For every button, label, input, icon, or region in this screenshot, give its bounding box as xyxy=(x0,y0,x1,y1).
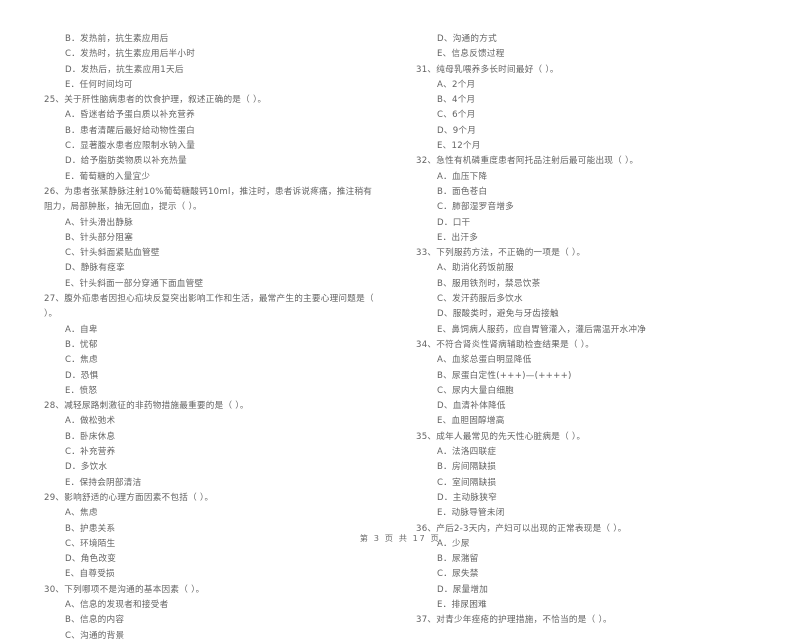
question-option: C、6个月 xyxy=(437,110,476,121)
question-option: D．恐惧 xyxy=(65,370,99,381)
question-option: B、服用铁剂时，禁忌饮茶 xyxy=(437,278,541,289)
question-option: D．多饮水 xyxy=(65,462,108,473)
page-footer: 第 3 页 共 17 页 xyxy=(359,533,441,543)
question-option: E．动脉导管未闭 xyxy=(437,508,505,519)
question-option: D、血清补体降低 xyxy=(437,401,506,412)
question-stem: 30、下列哪项不是沟通的基本因素（ ）。 xyxy=(44,584,205,595)
question-option: B、信息的内容 xyxy=(65,615,125,626)
question-stem: 33、下列服药方法，不正确的一项是（ ）。 xyxy=(416,248,586,259)
question-option: C．补充营养 xyxy=(65,447,116,458)
question-option: B．忧郁 xyxy=(65,339,98,350)
question-option: B、4个月 xyxy=(437,95,476,106)
question-stem: 28、减轻尿路刺激征的非药物措施最重要的是（ ）。 xyxy=(44,401,249,412)
question-option: B．面色苍白 xyxy=(437,186,488,197)
question-stem: 35、成年人最常见的先天性心脏病是（ ）。 xyxy=(416,431,586,442)
question-option: E．排尿困难 xyxy=(437,599,487,610)
question-option: A．自卑 xyxy=(65,324,98,335)
question-option: D．主动脉狭窄 xyxy=(437,492,497,503)
question-stem: 34、不符合肾炎性肾病辅助检查结果是（ ）。 xyxy=(416,339,595,350)
question-option: E、血胆固醇增高 xyxy=(437,416,505,427)
question-option: D．发热后，抗生素应用1天后 xyxy=(65,64,184,75)
question-option: A．做松弛术 xyxy=(65,416,116,427)
question-option: B．尿潴留 xyxy=(437,554,479,565)
question-option: E、鼻饲病人服药，应自胃管灌入，灌后需温开水冲净 xyxy=(437,324,647,335)
question-option: E、自尊受损 xyxy=(65,569,115,580)
question-option: B．患者清醒后最好给动物性蛋白 xyxy=(65,125,195,136)
question-option: E．愤怒 xyxy=(65,385,98,396)
question-option: A、血浆总蛋白明显降低 xyxy=(437,355,532,366)
question-option: B、针头部分阻塞 xyxy=(65,232,134,243)
question-option: A．血压下降 xyxy=(437,171,488,182)
question-option: D．尿量增加 xyxy=(437,584,489,595)
question-option: C．焦虑 xyxy=(65,355,98,366)
question-option: D、角色改变 xyxy=(65,554,117,565)
question-option: E．任何时间均可 xyxy=(65,79,133,90)
left-column: B．发热前，抗生素应用后 C．发热时，抗生素应用后半小时 D．发热后，抗生素应用1天… xyxy=(44,32,380,644)
question-stem: 26、为患者张某静脉注射10%葡萄糖酸钙10ml，推注时，患者诉说疼痛，推注稍有… xyxy=(44,186,373,213)
question-option: A、焦虑 xyxy=(65,508,98,519)
question-option: C．肺部湿罗音增多 xyxy=(437,202,515,213)
question-option: D、服酸类时，避免与牙齿接触 xyxy=(437,309,559,320)
question-option: C．显著腹水患者应限制水钠入量 xyxy=(65,141,196,152)
question-option: E．保持会阴部清洁 xyxy=(65,477,142,488)
question-option: E、12个月 xyxy=(437,141,481,152)
question-option: C．发热时，抗生素应用后半小时 xyxy=(65,49,196,60)
question-option: A、信息的发现者和接受者 xyxy=(65,599,169,610)
question-option: D．口干 xyxy=(437,217,471,228)
question-option: C．室间隔缺损 xyxy=(437,477,497,488)
question-stem: 31、纯母乳喂养多长时间最好（ ）。 xyxy=(416,64,559,75)
question-stem: 37、对青少年痤疮的护理措施，不恰当的是（ ）。 xyxy=(416,615,612,626)
question-option: E．出汗多 xyxy=(437,232,479,243)
question-option: B．发热前，抗生素应用后 xyxy=(65,34,169,44)
question-option: C、沟通的背景 xyxy=(65,630,125,641)
question-option: D、沟通的方式 xyxy=(437,34,497,44)
question-stem: 27、腹外疝患者因担心疝块反复突出影响工作和生活，最常产生的主要心理问题是（ ）… xyxy=(44,294,374,320)
question-option: C．尿失禁 xyxy=(437,569,479,580)
question-option: D．给予脂肪类物质以补充热量 xyxy=(65,156,187,167)
question-option: A．法洛四联症 xyxy=(437,447,497,458)
question-option: C、尿内大量白细胞 xyxy=(437,385,515,396)
question-option: D、静脉有痉挛 xyxy=(65,263,125,274)
question-option: C、发汗药服后多饮水 xyxy=(437,294,523,305)
question-option: D、9个月 xyxy=(437,125,477,136)
question-option: E．葡萄糖的入量宜少 xyxy=(65,171,151,182)
question-stem: 29、影响舒适的心理方面因素不包括（ ）。 xyxy=(44,492,214,503)
question-option: A、助消化药饭前服 xyxy=(437,263,514,274)
question-option: E、信息反馈过程 xyxy=(437,49,505,60)
question-stem: 32、急性有机磷重度患者阿托品注射后最可能出现（ ）。 xyxy=(416,156,639,167)
question-stem: 25、关于肝性脑病患者的饮食护理，叙述正确的是（ ）。 xyxy=(44,95,267,106)
question-option: A．昏迷者给予蛋白质以补充营养 xyxy=(65,110,195,121)
question-option: B．卧床休息 xyxy=(65,431,116,442)
question-option: A、针头滑出静脉 xyxy=(65,217,134,228)
question-option: C、针头斜面紧贴血管壁 xyxy=(65,248,160,259)
question-option: B、尿蛋白定性(+++)—(++++) xyxy=(437,370,572,381)
two-column-layout: B．发热前，抗生素应用后 C．发热时，抗生素应用后半小时 D．发热后，抗生素应用1天… xyxy=(44,32,756,644)
question-option: E、针头斜面一部分穿通下面血管壁 xyxy=(65,278,204,289)
question-option: B．房间隔缺损 xyxy=(437,462,497,473)
exam-page: B．发热前，抗生素应用后 C．发热时，抗生素应用后半小时 D．发热后，抗生素应用1天… xyxy=(0,0,800,641)
question-option: A、2个月 xyxy=(437,79,476,90)
